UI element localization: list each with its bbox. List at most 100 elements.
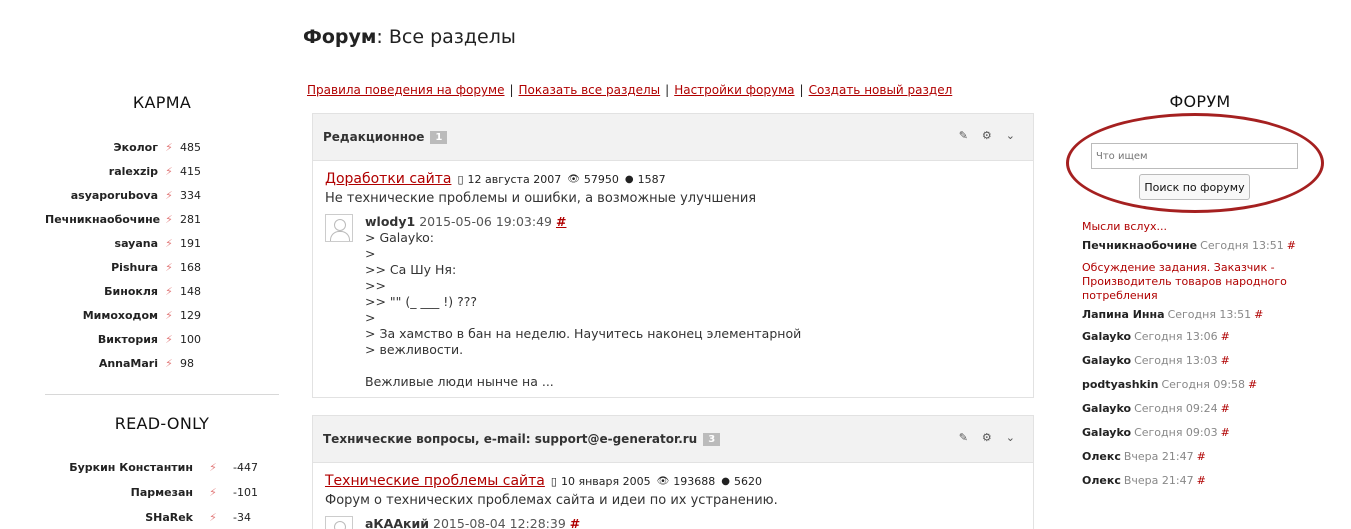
topic-line: Технические проблемы сайта ▯ 10 января 2… (325, 473, 1021, 489)
post-author[interactable]: аКААкий (365, 516, 429, 529)
activity-time: Сегодня 09:58 (1161, 378, 1246, 391)
activity-anchor-link[interactable]: # (1287, 239, 1296, 252)
create-section-link[interactable]: Создать новый раздел (809, 83, 953, 97)
post-line: > (365, 246, 376, 261)
gear-icon[interactable]: ⚙ (982, 431, 992, 444)
karma-pulse-icon: ⚡ (165, 356, 173, 370)
activity-user[interactable]: podtyashkin (1082, 378, 1158, 391)
activity-item: Мысли вслух... Печникнаобочине Сегодня 13:… (1082, 220, 1322, 253)
rules-link[interactable]: Правила поведения на форуме (307, 83, 504, 97)
karma-user[interactable]: asyaporubova (45, 189, 158, 202)
post-anchor-link[interactable]: # (556, 214, 566, 229)
karma-pulse-icon: ⚡ (209, 486, 217, 499)
section-tools: ✎ ⚙ ⌄ (959, 431, 1015, 444)
karma-value: 148 (180, 284, 201, 298)
activity-time: Сегодня 13:51 (1200, 239, 1284, 252)
activity-topic-link[interactable]: Обсуждение задания. Заказчик - Производи… (1082, 261, 1322, 303)
activity-user[interactable]: Олекс (1082, 450, 1121, 463)
topic-views: 57950 (583, 172, 619, 186)
activity-user[interactable]: Galayko (1082, 354, 1131, 367)
activity-user[interactable]: Galayko (1082, 330, 1131, 343)
readonly-user[interactable]: SHaRek (45, 511, 193, 524)
readonly-user[interactable]: Пармезан (45, 486, 193, 499)
section-name: Технические вопросы, e-mail: support@e-g… (323, 432, 698, 446)
topic-line: Доработки сайта ▯ 12 августа 2007 👁 5795… (325, 171, 1021, 187)
activity-user[interactable]: Лапина Инна (1082, 308, 1165, 321)
activity-anchor-link[interactable]: # (1221, 330, 1230, 343)
readonly-value: -101 (233, 486, 258, 499)
section-name: Редакционное (323, 130, 425, 144)
karma-item: ralexzip ⚡ 415 (45, 159, 279, 183)
section-header: Технические вопросы, e-mail: support@e-g… (313, 416, 1033, 463)
edit-icon[interactable]: ✎ (959, 431, 968, 444)
activity-topic-link[interactable]: Мысли вслух... (1082, 220, 1322, 234)
avatar[interactable] (325, 214, 353, 242)
karma-user[interactable]: Pishura (45, 261, 158, 274)
chevron-down-icon[interactable]: ⌄ (1006, 431, 1015, 444)
karma-pulse-icon: ⚡ (165, 284, 173, 298)
activity-item: Олекс Вчера 21:47 # (1082, 450, 1322, 464)
activity-anchor-link[interactable]: # (1221, 426, 1230, 439)
karma-value: 415 (180, 164, 201, 178)
karma-pulse-icon: ⚡ (165, 236, 173, 250)
karma-pulse-icon: ⚡ (165, 332, 173, 346)
forum-section: Технические вопросы, e-mail: support@e-g… (312, 415, 1034, 529)
edit-icon[interactable]: ✎ (959, 129, 968, 142)
show-all-sections-link[interactable]: Показать все разделы (519, 83, 661, 97)
topic-comments: 5620 (734, 474, 763, 488)
topic-title-link[interactable]: Технические проблемы сайта (325, 473, 545, 489)
karma-item: AnnaMari ⚡ 98 (45, 351, 279, 375)
karma-user[interactable]: Печникнаобочине (45, 213, 160, 226)
karma-user[interactable]: Виктория (45, 333, 158, 346)
post-author[interactable]: wlody1 (365, 214, 415, 229)
avatar[interactable] (325, 516, 353, 529)
search-forum-button[interactable]: Поиск по форуму (1139, 174, 1250, 200)
karma-item: Pishura ⚡ 168 (45, 255, 279, 279)
activity-anchor-link[interactable]: # (1254, 308, 1263, 321)
topic-description: Форум о технических проблемах сайта и ид… (325, 493, 778, 508)
activity-user[interactable]: Олекс (1082, 474, 1121, 487)
topic-title-link[interactable]: Доработки сайта (325, 171, 451, 187)
karma-pulse-icon: ⚡ (165, 308, 173, 322)
activity-time: Вчера 21:47 (1123, 474, 1194, 487)
section-number-badge: 1 (430, 130, 448, 144)
karma-user[interactable]: AnnaMari (45, 357, 158, 370)
activity-time: Сегодня 13:51 (1167, 308, 1252, 321)
karma-user[interactable]: sayana (45, 237, 158, 250)
forum-section: Редакционное 1 ✎ ⚙ ⌄ Доработки сайта ▯ 1… (312, 113, 1034, 398)
activity-anchor-link[interactable]: # (1248, 378, 1257, 391)
post-anchor-link[interactable]: # (570, 516, 580, 529)
activity-anchor-link[interactable]: # (1221, 354, 1230, 367)
calendar-icon: ▯ (457, 172, 464, 186)
last-post: аКААкий 2015-08-04 12:28:39 # (325, 516, 1021, 529)
activity-user[interactable]: Печникнаобочине (1082, 239, 1197, 252)
karma-value: 98 (180, 356, 194, 370)
karma-user[interactable]: ralexzip (45, 165, 158, 178)
gear-icon[interactable]: ⚙ (982, 129, 992, 142)
activity-time: Сегодня 09:24 (1134, 402, 1218, 415)
karma-user[interactable]: Эколог (45, 141, 158, 154)
comment-icon: ● (721, 475, 731, 487)
activity-item: podtyashkin Сегодня 09:58 # (1082, 378, 1322, 392)
readonly-user[interactable]: Буркин Константин (45, 461, 193, 474)
activity-anchor-link[interactable]: # (1197, 450, 1206, 463)
last-post: wlody1 2015-05-06 19:03:49 # > Galayko: > >>… (325, 214, 1021, 390)
activity-anchor-link[interactable]: # (1221, 402, 1230, 415)
post-date: 2015-05-06 19:03:49 (419, 214, 552, 229)
activity-user[interactable]: Galayko (1082, 426, 1131, 439)
chevron-down-icon[interactable]: ⌄ (1006, 129, 1015, 142)
search-input[interactable] (1091, 143, 1298, 169)
post-line: >> "" (_ ___ !) ??? (365, 294, 477, 309)
activity-anchor-link[interactable]: # (1197, 474, 1206, 487)
karma-user[interactable]: Бинокля (45, 285, 158, 298)
post-text: > Galayko: > >> Са Шу Ня: >> >> "" (_ ___ !)… (365, 230, 801, 390)
karma-user[interactable]: Мимоходом (45, 309, 158, 322)
readonly-item: SHaRek ⚡ -34 (45, 505, 279, 529)
topic-date: 12 августа 2007 (467, 172, 562, 186)
post-meta: wlody1 2015-05-06 19:03:49 # (365, 214, 801, 230)
post-line: > Galayko: (365, 230, 434, 245)
forum-settings-link[interactable]: Настройки форума (674, 83, 794, 97)
karma-item: Виктория ⚡ 100 (45, 327, 279, 351)
topic-description: Не технические проблемы и ошибки, а возм… (325, 191, 757, 206)
activity-user[interactable]: Galayko (1082, 402, 1131, 415)
